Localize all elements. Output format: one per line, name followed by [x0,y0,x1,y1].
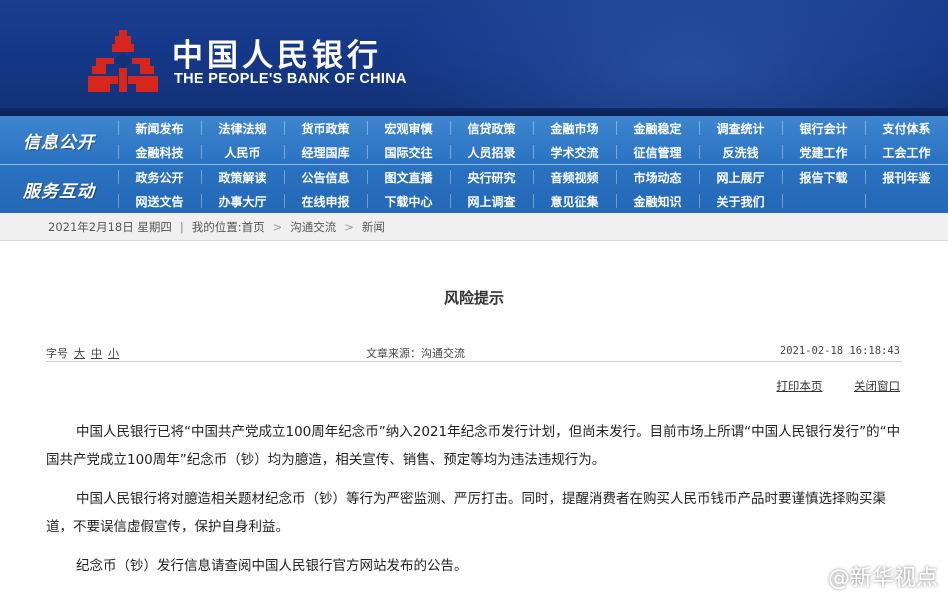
article-paragraph: 纪念币（钞）发行信息请查阅中国人民银行官方网站发布的公告。 [76,558,468,574]
watermark: @新华视点 [797,560,938,592]
article-paragraph: 中国人民银行已将“中国共产党成立100周年纪念币”纳入2021年纪念币发行计划，… [46,424,901,468]
breadcrumb-location-label: 我的位置: [191,219,242,234]
nav-item[interactable]: 支付体系 [865,116,948,140]
nav-category-info: 信息公开 [23,132,95,153]
nav-item[interactable]: 货币政策 [284,116,367,140]
nav-section-service: 服务互动 政务公开 政策解读 公告信息 图文直播 央行研究 音频视频 市场动态 … [0,165,948,213]
nav-item[interactable]: 在线申报 [284,189,367,213]
chevron-right-icon: > [344,219,354,234]
nav-row: 网送文告 办事大厅 在线申报 下载中心 网上调查 意见征集 金融知识 关于我们 [118,189,948,213]
nav-item[interactable]: 网上调查 [450,189,533,213]
nav-item-empty [865,189,948,213]
nav-item[interactable]: 金融科技 [118,140,201,164]
site-title-cn[interactable]: 中国人民银行 [172,30,382,75]
nav-grid-info: 新闻发布 法律法规 货币政策 宏观审慎 信贷政策 金融市场 金融稳定 调查统计 … [118,116,948,164]
watermark-text: @新华视点 [827,566,938,591]
nav-item[interactable]: 人民币 [201,140,284,164]
article-actions: 打印本页 关闭窗口 [748,378,900,394]
nav-item[interactable]: 金融知识 [616,189,699,213]
main-nav: 信息公开 新闻发布 法律法规 货币政策 宏观审慎 信贷政策 金融市场 金融稳定 … [0,116,948,213]
nav-section-info: 信息公开 新闻发布 法律法规 货币政策 宏观审慎 信贷政策 金融市场 金融稳定 … [0,116,948,164]
nav-item[interactable]: 经理国库 [284,140,367,164]
nav-item[interactable]: 下载中心 [367,189,450,213]
nav-item[interactable]: 学术交流 [533,140,616,164]
nav-item[interactable]: 报告下载 [782,165,865,189]
nav-item[interactable]: 政策解读 [201,165,284,189]
nav-item[interactable]: 宏观审慎 [367,116,450,140]
breadcrumb-home-link[interactable]: 首页 [242,219,265,235]
chevron-right-icon: > [272,219,283,234]
nav-category-service: 服务互动 [23,181,95,202]
nav-item[interactable]: 金融市场 [533,116,616,140]
font-size-large-link[interactable]: 大 [74,347,85,360]
nav-item[interactable]: 党建工作 [782,140,865,164]
nav-item[interactable]: 法律法规 [201,116,284,140]
nav-item[interactable]: 办事大厅 [201,189,284,213]
nav-item[interactable]: 报刊年鉴 [865,165,948,189]
nav-item[interactable]: 图文直播 [367,165,450,189]
nav-item[interactable]: 征信管理 [616,140,699,164]
site-header: 中国人民银行 THE PEOPLE'S BANK OF CHINA [0,0,948,116]
nav-item[interactable]: 新闻发布 [118,116,201,140]
nav-row: 金融科技 人民币 经理国库 国际交往 人员招录 学术交流 征信管理 反洗钱 党建… [118,140,948,164]
weibo-icon [797,566,824,587]
article-paragraph: 中国人民银行将对臆造相关题材纪念币（钞）等行为严密监测、严厉打击。同时，提醒消费… [46,491,886,535]
breadcrumb-current-link[interactable]: 新闻 [362,219,385,235]
article-datetime: 2021-02-18 16:18:43 [779,345,900,357]
nav-item[interactable]: 银行会计 [782,116,865,140]
font-size-label: 字号 [46,347,68,360]
article-title: 风险提示 [443,289,504,307]
nav-item[interactable]: 关于我们 [699,189,782,213]
header-glow [388,0,948,116]
nav-item[interactable]: 工会工作 [865,140,948,164]
font-size-small-link[interactable]: 小 [108,347,119,360]
close-window-link[interactable]: 关闭窗口 [854,379,900,393]
nav-item[interactable]: 金融稳定 [616,116,699,140]
nav-item[interactable]: 网送文告 [118,189,201,213]
breadcrumb-divider: | [179,219,184,234]
header-band [0,108,948,116]
nav-item[interactable]: 央行研究 [450,165,533,189]
nav-item[interactable]: 音频视频 [533,165,616,189]
breadcrumb-section-link[interactable]: 沟通交流 [290,219,336,235]
nav-item[interactable]: 信贷政策 [450,116,533,140]
nav-item[interactable]: 国际交往 [367,140,450,164]
font-size-medium-link[interactable]: 中 [91,347,102,360]
breadcrumb: 2021年2月18日 星期四 | 我的位置: 首页 > 沟通交流 > 新闻 [0,213,948,241]
nav-item[interactable]: 人员招录 [450,140,533,164]
nav-item[interactable]: 市场动态 [616,165,699,189]
article-meta: 字号大中小 文章来源：沟通交流 2021-02-18 16:18:43 [46,340,902,362]
site-title-en[interactable]: THE PEOPLE'S BANK OF CHINA [174,71,407,87]
breadcrumb-date: 2021年2月18日 星期四 [48,219,172,234]
nav-item[interactable]: 政务公开 [118,165,201,189]
nav-item-empty [782,189,865,213]
nav-row: 政务公开 政策解读 公告信息 图文直播 央行研究 音频视频 市场动态 网上展厅 … [118,165,948,189]
nav-item[interactable]: 意见征集 [533,189,616,213]
nav-item[interactable]: 反洗钱 [699,140,782,164]
print-page-link[interactable]: 打印本页 [776,379,822,393]
font-size-switcher: 字号大中小 [46,345,119,361]
nav-item[interactable]: 网上展厅 [699,165,782,189]
article-source: 文章来源：沟通交流 [366,347,465,360]
nav-item[interactable]: 调查统计 [699,116,782,140]
pboc-logo-icon[interactable] [88,30,158,92]
nav-row: 新闻发布 法律法规 货币政策 宏观审慎 信贷政策 金融市场 金融稳定 调查统计 … [118,116,948,140]
nav-grid-service: 政务公开 政策解读 公告信息 图文直播 央行研究 音频视频 市场动态 网上展厅 … [118,165,948,213]
article-body: 中国人民银行已将“中国共产党成立100周年纪念币”纳入2021年纪念币发行计划，… [46,418,904,591]
nav-item[interactable]: 公告信息 [284,165,367,189]
